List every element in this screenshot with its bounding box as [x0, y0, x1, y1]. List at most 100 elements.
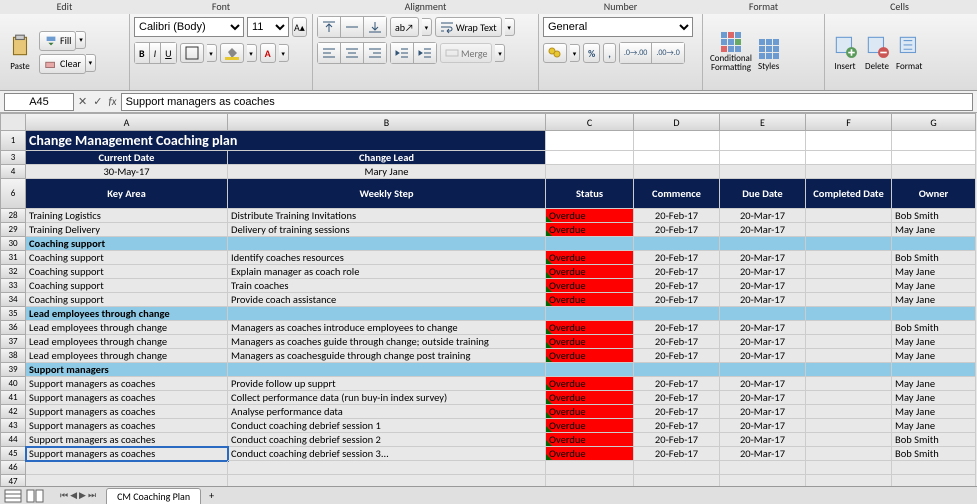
cell[interactable]	[806, 251, 892, 265]
cell[interactable]: Overdue	[546, 223, 634, 237]
cell[interactable]: May Jane	[892, 405, 976, 419]
font-color-button[interactable]: A	[260, 43, 276, 63]
sheet-tab[interactable]: CM Coaching Plan	[106, 488, 201, 504]
cell[interactable]: Bob Smith	[892, 433, 976, 447]
cell[interactable]: Key Area	[26, 179, 228, 209]
merge-button[interactable]: Merge	[440, 43, 492, 63]
cell[interactable]	[720, 363, 806, 377]
bold-button[interactable]: B	[135, 43, 150, 63]
cell[interactable]	[806, 237, 892, 251]
wrap-dropdown[interactable]: ▾	[505, 18, 515, 36]
row-header[interactable]: 43	[0, 419, 26, 433]
cell[interactable]	[892, 237, 976, 251]
cell[interactable]: Overdue	[546, 447, 634, 461]
cell[interactable]: 20-Feb-17	[634, 335, 720, 349]
cell[interactable]	[720, 165, 806, 179]
cell[interactable]: Support managers as coaches	[26, 391, 228, 405]
cell[interactable]: Lead employees through change	[26, 349, 228, 363]
cell[interactable]: Explain manager as coach role	[228, 265, 546, 279]
cell[interactable]: 30-May-17	[26, 165, 228, 179]
conditional-formatting-button[interactable]: Conditional Formatting	[707, 16, 755, 72]
cell[interactable]: Change Lead	[228, 151, 546, 165]
align-top-button[interactable]	[318, 17, 341, 37]
cell[interactable]: 20-Mar-17	[720, 293, 806, 307]
cell[interactable]	[720, 151, 806, 165]
cell[interactable]: Completed Date	[806, 179, 892, 209]
row-header[interactable]: 30	[0, 237, 26, 251]
col-header[interactable]: E	[720, 113, 806, 131]
cell[interactable]: Overdue	[546, 391, 634, 405]
cell[interactable]: Conduct coaching debrief session 3...	[228, 447, 546, 461]
cell[interactable]: 20-Feb-17	[634, 265, 720, 279]
wrap-text-button[interactable]: Wrap Text	[435, 17, 502, 37]
cell[interactable]	[806, 363, 892, 377]
fill-color-dropdown[interactable]: ▾	[247, 44, 257, 62]
cell[interactable]	[634, 131, 720, 151]
cell[interactable]	[720, 461, 806, 475]
comma-button[interactable]: ,	[603, 43, 616, 63]
tab-last-button[interactable]: ⏭	[88, 490, 96, 501]
cell[interactable]	[806, 447, 892, 461]
cell[interactable]	[806, 349, 892, 363]
cell[interactable]: May Jane	[892, 391, 976, 405]
cell[interactable]: Identify coaches resources	[228, 251, 546, 265]
cell[interactable]: Delivery of training sessions	[228, 223, 546, 237]
row-header[interactable]: 46	[0, 461, 26, 475]
cell[interactable]: 20-Feb-17	[634, 349, 720, 363]
row-header[interactable]: 37	[0, 335, 26, 349]
col-header[interactable]: D	[634, 113, 720, 131]
row-header[interactable]: 45	[0, 447, 26, 461]
row-header[interactable]: 4	[0, 165, 26, 179]
cell[interactable]	[634, 461, 720, 475]
name-box[interactable]	[4, 93, 74, 111]
cell[interactable]: Coaching support	[26, 293, 228, 307]
cell[interactable]: Training Delivery	[26, 223, 228, 237]
cell[interactable]: Support managers as coaches	[26, 377, 228, 391]
cell[interactable]: 20-Mar-17	[720, 405, 806, 419]
cell[interactable]: Coaching support	[26, 251, 228, 265]
cell[interactable]	[806, 279, 892, 293]
cell[interactable]: Training Logistics	[26, 209, 228, 223]
cell[interactable]: Overdue	[546, 433, 634, 447]
cell[interactable]	[228, 307, 546, 321]
cell[interactable]: 20-Mar-17	[720, 321, 806, 335]
cell[interactable]	[720, 131, 806, 151]
cell[interactable]: 20-Mar-17	[720, 209, 806, 223]
cell[interactable]: 20-Feb-17	[634, 419, 720, 433]
cell[interactable]: Conduct coaching debrief session 1	[228, 419, 546, 433]
tab-first-button[interactable]: ⏮	[60, 490, 68, 501]
cell[interactable]	[546, 151, 634, 165]
font-color-dropdown[interactable]: ▾	[279, 44, 289, 62]
percent-button[interactable]: %	[583, 43, 600, 63]
cell[interactable]	[892, 307, 976, 321]
cell[interactable]: Lead employees through change	[26, 335, 228, 349]
cell[interactable]: Bob Smith	[892, 251, 976, 265]
cell[interactable]: Managers as coachesguide through change …	[228, 349, 546, 363]
row-header[interactable]: 3	[0, 151, 26, 165]
cell[interactable]: Lead employees through change	[26, 321, 228, 335]
merge-dropdown[interactable]: ▾	[495, 44, 505, 62]
row-header[interactable]: 29	[0, 223, 26, 237]
cell[interactable]: 20-Mar-17	[720, 223, 806, 237]
cell[interactable]: Distribute Training Invitations	[228, 209, 546, 223]
underline-button[interactable]: U	[161, 43, 175, 63]
cell[interactable]: Managers as coaches introduce employees …	[228, 321, 546, 335]
col-header[interactable]: G	[892, 113, 976, 131]
cell[interactable]: 20-Feb-17	[634, 279, 720, 293]
fill-dropdown[interactable]: ▾	[76, 31, 86, 49]
cell[interactable]: Commence	[634, 179, 720, 209]
cell[interactable]: 20-Feb-17	[634, 209, 720, 223]
align-left-button[interactable]	[318, 43, 341, 63]
cell[interactable]	[806, 131, 892, 151]
cell[interactable]: Overdue	[546, 419, 634, 433]
page-layout-icon[interactable]	[26, 489, 44, 503]
row-header[interactable]: 44	[0, 433, 26, 447]
cell[interactable]: Bob Smith	[892, 447, 976, 461]
col-header[interactable]: B	[228, 113, 546, 131]
font-name-select[interactable]: Calibri (Body)	[134, 17, 244, 37]
indent-increase-button[interactable]	[414, 43, 436, 63]
cell[interactable]: Overdue	[546, 335, 634, 349]
row-header[interactable]: 36	[0, 321, 26, 335]
row-header[interactable]: 32	[0, 265, 26, 279]
cell[interactable]: Owner	[892, 179, 976, 209]
